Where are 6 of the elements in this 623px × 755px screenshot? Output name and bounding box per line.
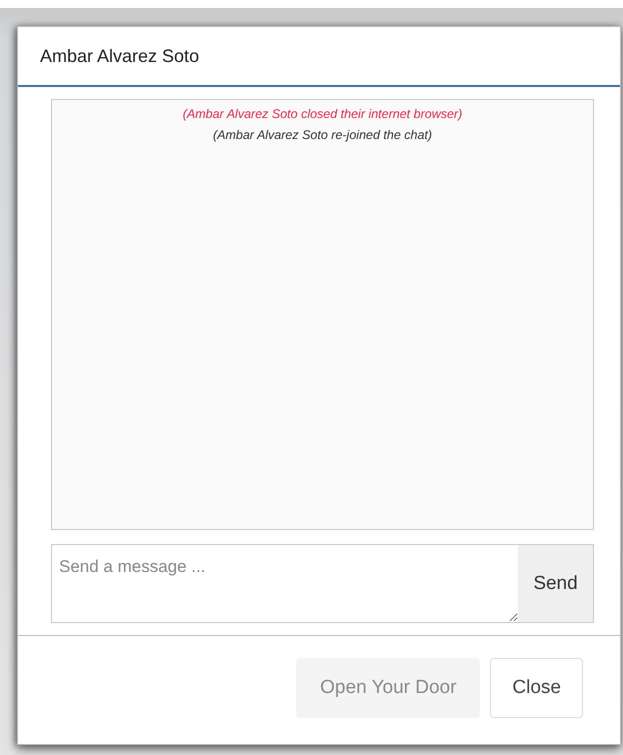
send-button[interactable]: Send xyxy=(518,545,593,622)
chat-message: (Ambar Alvarez Soto closed their internet browser) xyxy=(182,106,464,123)
close-button[interactable]: Close xyxy=(490,658,583,718)
dialog-title: Ambar Alvarez Soto xyxy=(40,46,200,66)
message-field[interactable]: Send a message ... Send xyxy=(51,544,594,623)
chat-message: (Ambar Alvarez Soto re-joined the chat) xyxy=(212,127,434,144)
